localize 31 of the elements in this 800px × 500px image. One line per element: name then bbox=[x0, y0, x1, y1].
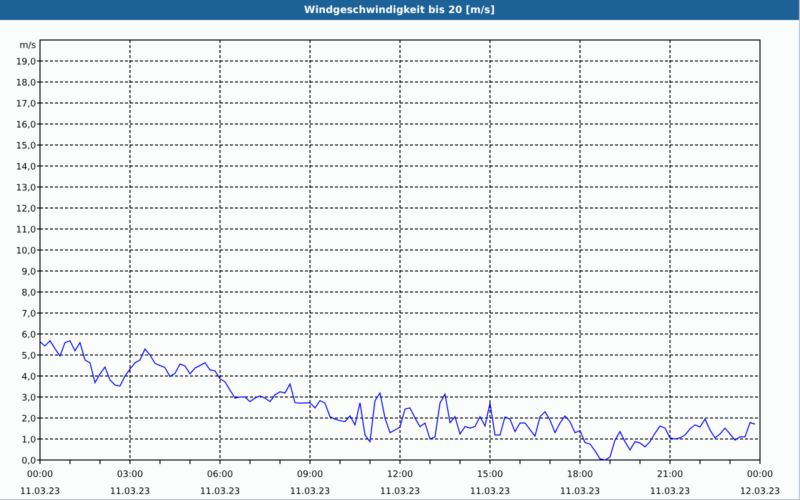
y-axis-label: 19,0 bbox=[16, 58, 36, 68]
y-axis-label: 11,0 bbox=[16, 226, 36, 236]
x-axis-label: 06:00 11.03.23 bbox=[200, 470, 240, 497]
y-axis-label: 13,0 bbox=[16, 184, 36, 194]
x-axis-label: 00:00 11.03.23 bbox=[20, 470, 60, 497]
y-axis-label: 18,0 bbox=[16, 78, 36, 88]
y-axis-label: 9,0 bbox=[22, 268, 36, 278]
x-axis-label: 15:00 11.03.23 bbox=[470, 470, 510, 497]
y-axis-label: 15,0 bbox=[16, 142, 36, 152]
y-axis-label: 0,0 bbox=[22, 456, 36, 466]
x-axis-label: 21:00 11.03.23 bbox=[650, 470, 690, 497]
y-axis-unit: m/s bbox=[20, 41, 36, 51]
x-axis-label: 03:00 11.03.23 bbox=[110, 470, 150, 497]
y-axis-label: 2,0 bbox=[22, 414, 36, 424]
y-axis-label: 4,0 bbox=[22, 372, 36, 382]
y-axis-label: 3,0 bbox=[22, 394, 36, 404]
y-axis-label: 16,0 bbox=[16, 120, 36, 130]
y-axis-label: 12,0 bbox=[16, 204, 36, 214]
x-axis-label: 12:00 11.03.23 bbox=[380, 470, 420, 497]
y-axis-label: 8,0 bbox=[22, 288, 36, 298]
y-axis-label: 7,0 bbox=[22, 310, 36, 320]
y-axis-label: 10,0 bbox=[16, 246, 36, 256]
y-axis-label: 5,0 bbox=[22, 352, 36, 362]
x-axis-label: 00:00 12.03.23 bbox=[740, 470, 780, 497]
chart-title: Windgeschwindigkeit bis 20 [m/s] bbox=[304, 4, 495, 16]
y-axis-label: 6,0 bbox=[22, 330, 36, 340]
y-axis-label: 14,0 bbox=[16, 162, 36, 172]
x-axis-label: 09:00 11.03.23 bbox=[290, 470, 330, 497]
y-axis-label: 1,0 bbox=[22, 436, 36, 446]
x-axis-label: 18:00 11.03.23 bbox=[560, 470, 600, 497]
y-axis-label: 17,0 bbox=[16, 100, 36, 110]
